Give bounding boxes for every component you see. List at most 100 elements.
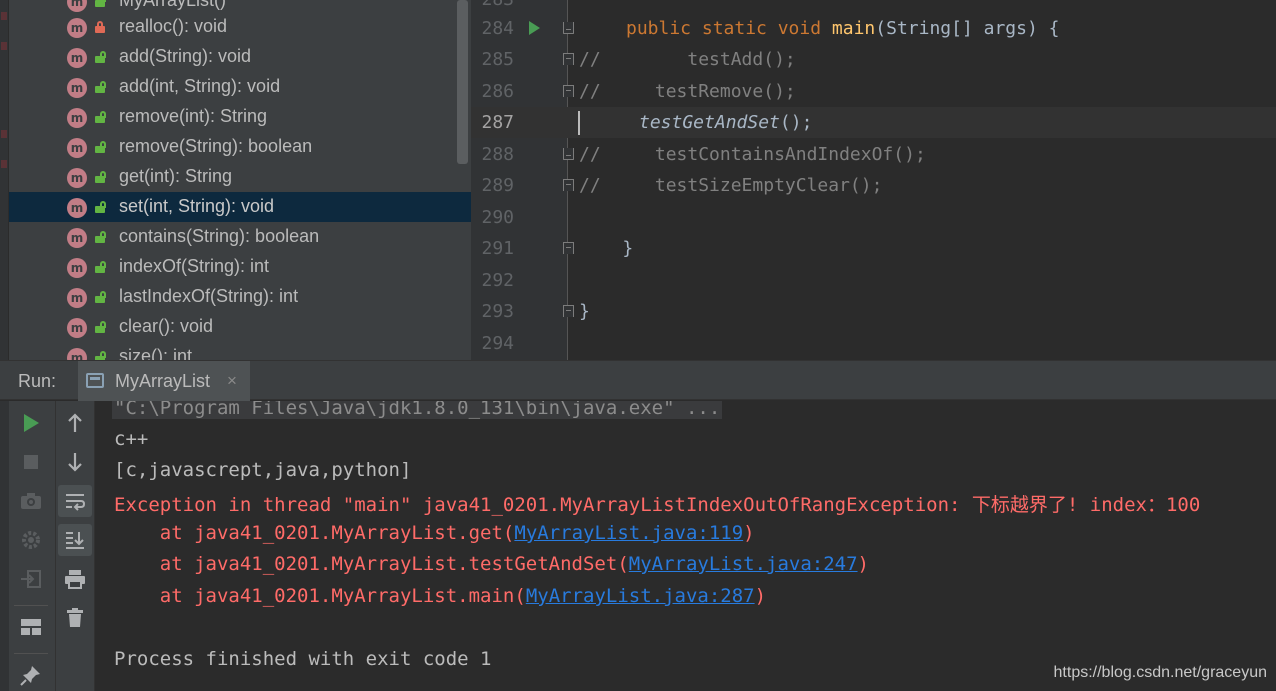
method-icon: m (67, 18, 87, 38)
trace-text: at java41_0201.MyArrayList.get( (114, 522, 515, 544)
public-lock-icon (95, 201, 106, 213)
source-link[interactable]: MyArrayList.java:247 (629, 553, 858, 575)
code-text: } (579, 301, 590, 322)
print-button[interactable] (58, 563, 92, 595)
line-number: 292 (481, 270, 514, 291)
trace-text: at java41_0201.MyArrayList.testGetAndSet… (114, 553, 629, 575)
member-item[interactable]: m realloc(): void (9, 12, 471, 42)
code-line[interactable]: 293 } (471, 296, 1276, 327)
close-tab-icon[interactable]: × (227, 371, 237, 391)
stop-button[interactable] (14, 446, 48, 478)
current-code-line[interactable]: 287 testGetAndSet(); (471, 107, 1276, 138)
scroll-to-end-button[interactable] (58, 524, 92, 556)
source-link[interactable]: MyArrayList.java:287 (526, 585, 755, 607)
scroll-down-button[interactable] (58, 446, 92, 478)
trace-text: ) (857, 553, 869, 575)
public-lock-icon (95, 111, 106, 123)
fold-icon[interactable] (563, 242, 574, 254)
arrow-up-icon (68, 413, 82, 432)
member-item[interactable]: m lastIndexOf(String): int (9, 282, 471, 312)
code-line[interactable]: 284 public static void main(String[] arg… (471, 13, 1276, 44)
member-label: remove(String): boolean (119, 136, 313, 156)
code-line[interactable]: 285 // testAdd(); (471, 44, 1276, 75)
trace-text: ) (743, 522, 755, 544)
exception-line: Exception in thread "main" java41_0201.M… (114, 494, 1201, 516)
member-label: size(): int (119, 346, 193, 360)
method-icon: m (67, 0, 87, 12)
source-link[interactable]: MyArrayList.java:119 (514, 522, 743, 544)
public-lock-icon (95, 141, 106, 153)
camera-icon (21, 493, 41, 509)
run-gutter-icon[interactable] (529, 21, 540, 35)
output-line: c++ (114, 428, 149, 450)
code-line[interactable]: 289 // testSizeEmptyClear(); (471, 170, 1276, 201)
method-icon: m (67, 228, 87, 248)
pin-button[interactable] (14, 659, 48, 691)
member-label: lastIndexOf(String): int (119, 286, 299, 306)
fold-icon[interactable] (563, 53, 574, 65)
layout-icon (21, 619, 41, 635)
console-output[interactable]: "C:\Program Files\Java\jdk1.8.0_131\bin\… (96, 401, 1276, 691)
arrow-down-icon (68, 453, 82, 472)
code-line[interactable]: 290 (471, 202, 1276, 233)
public-lock-icon (95, 0, 106, 7)
output-line: [c,javascrept,java,python] (114, 459, 412, 481)
command-line[interactable]: "C:\Program Files\Java\jdk1.8.0_131\bin\… (112, 401, 723, 419)
code-line[interactable]: 286 // testRemove(); (471, 76, 1276, 107)
trash-icon (67, 608, 83, 627)
clear-all-button[interactable] (58, 602, 92, 634)
login-icon (21, 570, 41, 588)
stack-trace-line: at java41_0201.MyArrayList.testGetAndSet… (114, 553, 869, 575)
run-config-tab[interactable]: MyArrayList × (78, 361, 250, 401)
scroll-up-button[interactable] (58, 407, 92, 439)
member-label: clear(): void (119, 316, 214, 336)
fold-icon[interactable] (563, 22, 574, 34)
soft-wrap-button[interactable] (58, 485, 92, 517)
member-item-selected[interactable]: m set(int, String): void (9, 192, 471, 222)
code-line[interactable]: 292 (471, 265, 1276, 296)
method-icon: m (67, 138, 87, 158)
member-item[interactable]: m add(String): void (9, 42, 471, 72)
line-number: 284 (481, 18, 514, 39)
settings-button[interactable] (14, 524, 48, 556)
scroll-end-icon (66, 532, 84, 549)
method-icon: m (67, 108, 87, 128)
code-editor[interactable]: 283 284 public static void main(String[]… (471, 0, 1276, 360)
fold-icon[interactable] (563, 148, 574, 160)
code-line[interactable]: 288 // testContainsAndIndexOf(); (471, 139, 1276, 170)
public-lock-icon (95, 231, 106, 243)
left-tool-strip-lower (0, 401, 9, 691)
member-item[interactable]: m clear(): void (9, 312, 471, 342)
layout-button[interactable] (14, 611, 48, 643)
line-number: 283 (471, 0, 514, 10)
member-item[interactable]: m remove(int): String (9, 102, 471, 132)
fold-icon[interactable] (563, 85, 574, 97)
pin-icon (20, 666, 40, 686)
fold-icon[interactable] (563, 305, 574, 317)
member-label: MyArrayList() (119, 0, 226, 10)
play-icon (24, 414, 39, 432)
fold-icon[interactable] (563, 179, 574, 191)
member-item[interactable]: m get(int): String (9, 162, 471, 192)
public-lock-icon (95, 291, 106, 303)
method-icon: m (67, 318, 87, 338)
member-label: set(int, String): void (119, 196, 275, 216)
member-item[interactable]: m contains(String): boolean (9, 222, 471, 252)
line-number: 285 (481, 49, 514, 70)
left-tool-strip (0, 0, 9, 360)
code-line[interactable]: 294 (471, 328, 1276, 359)
member-label: indexOf(String): int (119, 256, 270, 276)
public-lock-icon (95, 351, 106, 360)
dump-threads-button[interactable] (14, 485, 48, 517)
member-item[interactable]: m remove(String): boolean (9, 132, 471, 162)
line-number: 289 (481, 175, 514, 196)
method-name: main (831, 18, 876, 39)
code-line[interactable]: 291 } (471, 233, 1276, 264)
member-item[interactable]: m add(int, String): void (9, 72, 471, 102)
restore-layout-button[interactable] (14, 563, 48, 595)
console-toolbar (56, 401, 95, 691)
public-lock-icon (95, 51, 106, 63)
rerun-button[interactable] (14, 407, 48, 439)
member-item[interactable]: m indexOf(String): int (9, 252, 471, 282)
member-item[interactable]: m size(): int (9, 342, 471, 360)
